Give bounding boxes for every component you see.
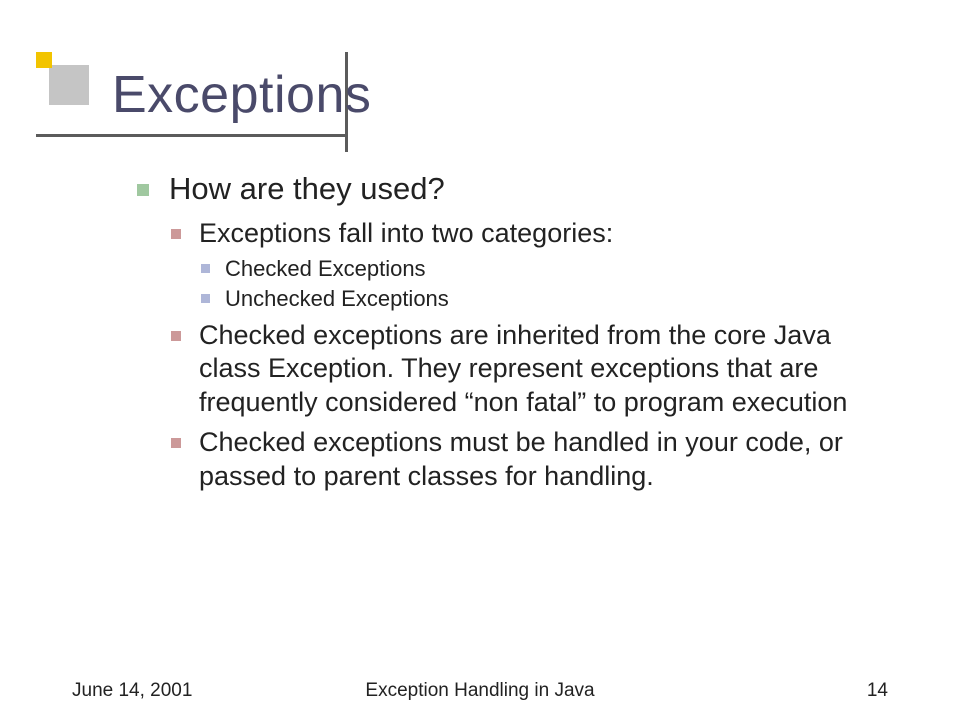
bullet-list-level1: How are they used? Exceptions fall into … — [135, 170, 890, 493]
slide-footer: June 14, 2001 Exception Handling in Java… — [0, 672, 960, 702]
slide: Exceptions How are they used? Exceptions… — [0, 0, 960, 720]
footer-center: Exception Handling in Java — [0, 680, 960, 702]
list-item-text: Checked exceptions are inherited from th… — [199, 320, 847, 418]
bullet-list-level2: Exceptions fall into two categories: Che… — [169, 217, 890, 494]
footer-page-number: 14 — [867, 680, 888, 702]
list-item: Checked exceptions must be handled in yo… — [169, 426, 890, 494]
deco-yellow-square — [36, 52, 52, 68]
deco-line-vertical-tail — [345, 134, 348, 152]
list-item-text: Checked Exceptions — [225, 256, 426, 281]
list-item-text: Checked exceptions must be handled in yo… — [199, 427, 843, 491]
list-item: Unchecked Exceptions — [199, 285, 890, 313]
deco-grey-square — [49, 65, 89, 105]
list-item: Exceptions fall into two categories: Che… — [169, 217, 890, 313]
corner-decoration — [36, 52, 86, 102]
list-item-text: Unchecked Exceptions — [225, 286, 449, 311]
deco-line-horizontal — [36, 134, 345, 137]
list-item: Checked Exceptions — [199, 255, 890, 283]
list-item: Checked exceptions are inherited from th… — [169, 319, 890, 420]
list-item: How are they used? Exceptions fall into … — [135, 170, 890, 493]
bullet-list-level3: Checked Exceptions Unchecked Exceptions — [199, 255, 890, 313]
slide-title: Exceptions — [112, 65, 371, 125]
list-item-text: Exceptions fall into two categories: — [199, 218, 613, 248]
slide-body: How are they used? Exceptions fall into … — [135, 170, 890, 503]
list-item-text: How are they used? — [169, 171, 445, 206]
